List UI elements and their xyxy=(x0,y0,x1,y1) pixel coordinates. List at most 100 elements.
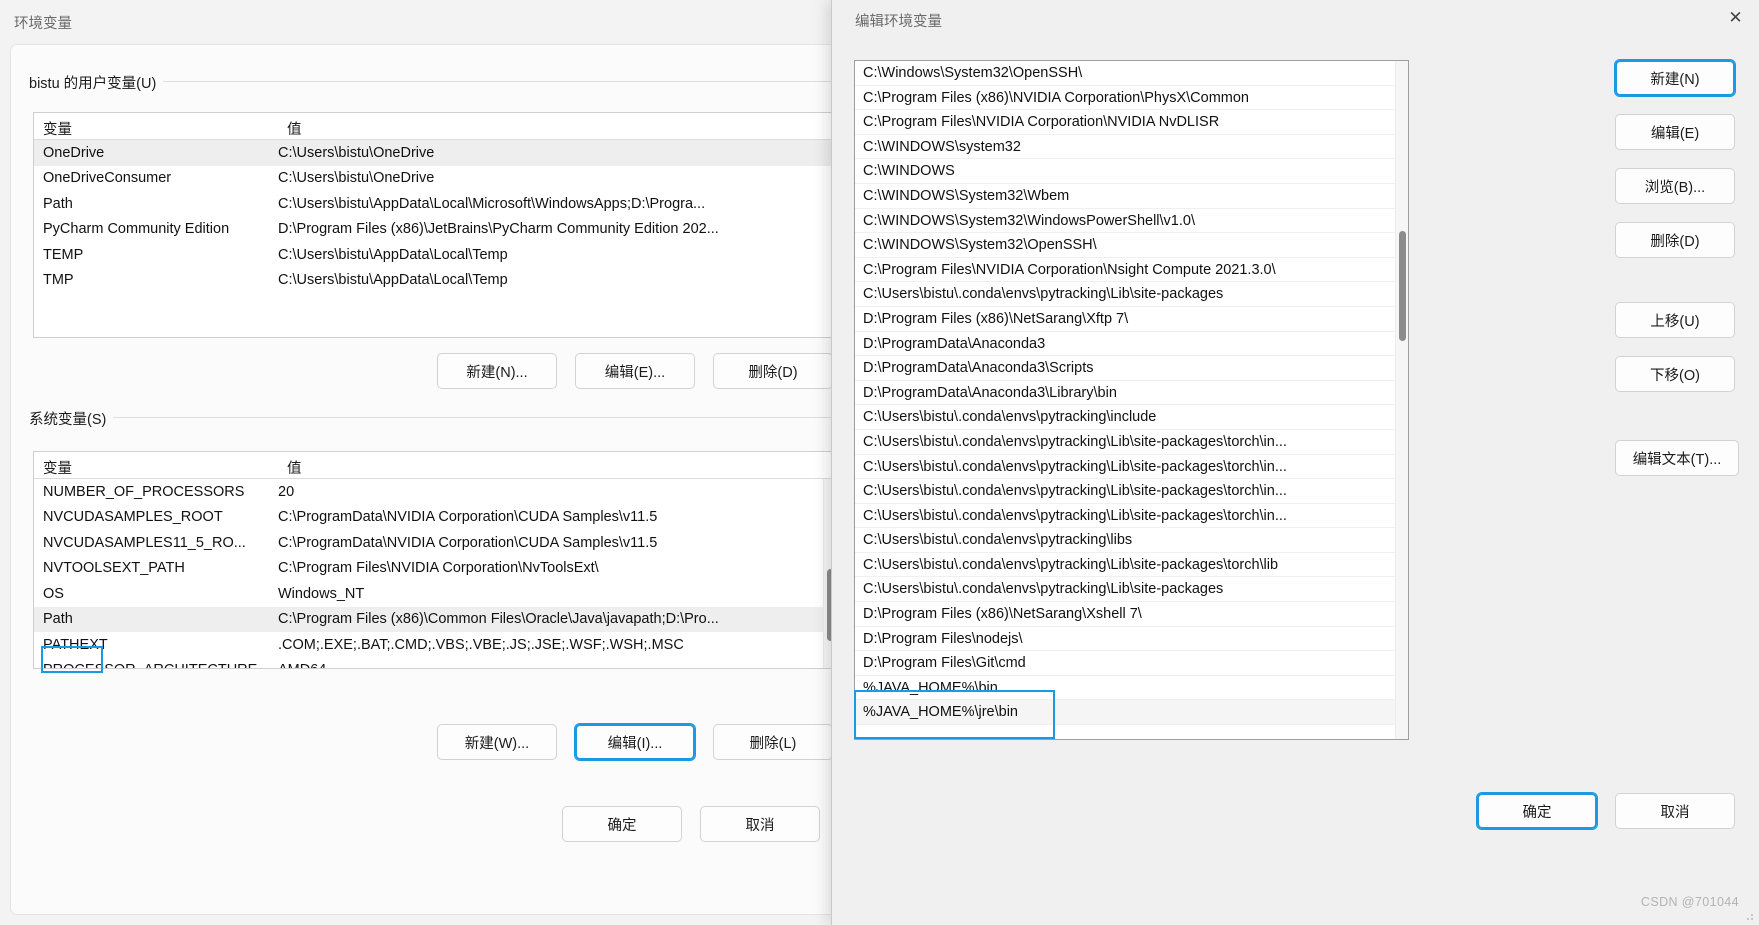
table-row[interactable]: OneDriveConsumer C:\Users\bistu\OneDrive xyxy=(34,166,836,192)
user-new-button[interactable]: 新建(N)... xyxy=(437,353,557,389)
variable-value-cell: AMD64 xyxy=(278,662,836,668)
path-delete-button[interactable]: 删除(D) xyxy=(1615,222,1735,258)
variable-name-cell: PROCESSOR_ARCHITECTURE xyxy=(34,662,278,668)
table-row[interactable]: NVTOOLSEXT_PATH C:\Program Files\NVIDIA C… xyxy=(34,556,836,582)
list-item[interactable]: C:\Program Files\NVIDIA Corporation\NVID… xyxy=(855,110,1408,135)
resize-grip-icon[interactable] xyxy=(1745,912,1755,922)
close-icon[interactable]: ✕ xyxy=(1712,0,1759,36)
system-variables-buttons: 新建(W)... 编辑(I)... 删除(L) xyxy=(437,723,833,761)
list-item[interactable]: C:\Users\bistu\.conda\envs\pytracking\Li… xyxy=(855,577,1408,603)
list-item[interactable]: C:\Users\bistu\.conda\envs\pytracking\Li… xyxy=(855,430,1408,455)
list-item[interactable]: C:\WINDOWS xyxy=(855,159,1408,184)
user-table-rows[interactable]: OneDrive C:\Users\bistu\OneDrive OneDriveC… xyxy=(34,140,836,293)
user-variables-table[interactable]: 变量 值 OneDrive C:\Users\bistu\OneDrive OneD… xyxy=(33,112,837,338)
list-item[interactable]: C:\WINDOWS\System32\OpenSSH\ xyxy=(855,233,1408,258)
list-item[interactable]: C:\Users\bistu\.conda\envs\pytracking\Li… xyxy=(855,455,1408,480)
system-variables-group-label: 系统变量(S) xyxy=(29,408,114,429)
list-item[interactable]: C:\Program Files (x86)\NVIDIA Corporatio… xyxy=(855,86,1408,111)
variable-value-cell: C:\ProgramData\NVIDIA Corporation\CUDA S… xyxy=(278,534,658,551)
table-row[interactable]: Path C:\Program Files (x86)\Common Files\… xyxy=(34,606,836,632)
list-item[interactable]: D:\Program Files\Git\cmd xyxy=(855,651,1408,676)
variable-value-cell: C:\Users\bistu\OneDrive xyxy=(278,144,435,161)
path-edit-button[interactable]: 编辑(E) xyxy=(1615,114,1735,150)
variable-name-cell: Path xyxy=(43,611,73,628)
user-edit-button[interactable]: 编辑(E)... xyxy=(575,353,695,389)
variable-name-cell: OneDriveConsumer xyxy=(43,170,172,187)
path-list-scroll-thumb[interactable] xyxy=(1399,231,1406,341)
env-ok-button[interactable]: 确定 xyxy=(562,806,682,842)
variable-name-cell: TEMP xyxy=(43,246,84,263)
variable-value-cell: C:\Program Files\NVIDIA Corporation\NvTo… xyxy=(278,560,599,577)
system-table-rows[interactable]: NUMBER_OF_PROCESSORS 20 NVCUDASAMPLES_ROOT… xyxy=(34,479,836,668)
table-row[interactable]: TMP C:\Users\bistu\AppData\Local\Temp xyxy=(34,268,836,294)
env-window-body: bistu 的用户变量(U) 变量 值 OneDrive C:\Users\bis… xyxy=(10,44,882,915)
table-row[interactable]: PROCESSOR_ARCHITECTUREAMD64 xyxy=(34,658,836,668)
system-col-value: 值 xyxy=(287,460,302,477)
variable-value-cell: C:\Users\bistu\AppData\Local\Temp xyxy=(278,272,508,289)
list-item[interactable]: D:\ProgramData\Anaconda3\Scripts xyxy=(855,356,1408,381)
list-item[interactable]: C:\Program Files\NVIDIA Corporation\Nsig… xyxy=(855,258,1408,283)
env-cancel-button[interactable]: 取消 xyxy=(700,806,820,842)
table-row[interactable]: TEMP C:\Users\bistu\AppData\Local\Temp xyxy=(34,242,836,268)
user-variables-group-label: bistu 的用户变量(U) xyxy=(29,72,164,93)
list-item[interactable]: D:\Program Files (x86)\NetSarang\Xftp 7\ xyxy=(855,307,1408,332)
edit-dialog-titlebar: 编辑环境变量 ✕ xyxy=(832,0,1759,40)
path-entries-list[interactable]: C:\Windows\System32\OpenSSH\ C:\Program F… xyxy=(855,61,1408,726)
list-item[interactable]: C:\Users\bistu\.conda\envs\pytracking\Li… xyxy=(855,504,1408,529)
list-item[interactable]: C:\Users\bistu\.conda\envs\pytracking\in… xyxy=(855,405,1408,430)
list-item[interactable]: %JAVA_HOME%\jre\bin xyxy=(855,700,1408,726)
table-row[interactable]: PATHEXT .COM;.EXE;.BAT;.CMD;.VBS;.VBE;.JS… xyxy=(34,632,836,658)
system-new-button[interactable]: 新建(W)... xyxy=(437,724,557,760)
table-row[interactable]: NVCUDASAMPLES11_5_RO... C:\ProgramData\NV… xyxy=(34,530,836,556)
system-table-header: 变量 值 xyxy=(34,452,836,479)
user-table-header: 变量 值 xyxy=(34,113,836,140)
table-row[interactable]: OneDrive C:\Users\bistu\OneDrive xyxy=(34,140,836,166)
table-row[interactable]: NVCUDASAMPLES_ROOT C:\ProgramData\NVIDIA … xyxy=(34,505,836,531)
edit-ok-button[interactable]: 确定 xyxy=(1476,792,1598,830)
list-item[interactable]: D:\ProgramData\Anaconda3\Library\bin xyxy=(855,381,1408,406)
system-delete-button[interactable]: 删除(L) xyxy=(713,724,833,760)
path-edit-text-button[interactable]: 编辑文本(T)... xyxy=(1615,440,1739,476)
table-row[interactable]: Path C:\Users\bistu\AppData\Local\Microso… xyxy=(34,191,836,217)
edit-dialog-title: 编辑环境变量 xyxy=(855,13,942,30)
variable-value-cell: C:\Users\bistu\AppData\Local\Temp xyxy=(278,246,508,263)
variable-name-cell: NVTOOLSEXT_PATH xyxy=(43,560,185,577)
path-browse-button[interactable]: 浏览(B)... xyxy=(1615,168,1735,204)
path-new-button[interactable]: 新建(N) xyxy=(1614,59,1736,97)
list-item[interactable]: C:\WINDOWS\system32 xyxy=(855,135,1408,160)
list-item[interactable]: D:\Program Files\nodejs\ xyxy=(855,627,1408,652)
system-edit-button[interactable]: 编辑(I)... xyxy=(574,723,696,761)
table-row[interactable]: PyCharm Community Edition D:\Program File… xyxy=(34,217,836,243)
list-item[interactable]: C:\WINDOWS\System32\WindowsPowerShell\v1… xyxy=(855,209,1408,234)
list-item[interactable]: C:\Users\bistu\.conda\envs\pytracking\Li… xyxy=(855,479,1408,504)
table-row[interactable]: OS Windows_NT xyxy=(34,581,836,607)
list-item[interactable]: C:\WINDOWS\System32\Wbem xyxy=(855,184,1408,209)
variable-name-cell: TMP xyxy=(43,272,74,289)
table-row[interactable]: NUMBER_OF_PROCESSORS 20 xyxy=(34,479,836,505)
path-move-down-button[interactable]: 下移(O) xyxy=(1615,356,1735,392)
variable-name-cell: Path xyxy=(43,195,73,212)
path-entries-listbox[interactable]: C:\Windows\System32\OpenSSH\ C:\Program F… xyxy=(854,60,1409,740)
variable-name-cell: NUMBER_OF_PROCESSORS xyxy=(43,483,245,500)
list-item[interactable]: D:\ProgramData\Anaconda3 xyxy=(855,332,1408,357)
edit-cancel-button[interactable]: 取消 xyxy=(1615,793,1735,829)
user-col-value: 值 xyxy=(287,121,302,138)
system-variables-table[interactable]: 变量 值 NUMBER_OF_PROCESSORS 20 NVCUDASAMPLES… xyxy=(33,451,837,669)
system-col-variable: 变量 xyxy=(43,460,72,477)
path-move-up-button[interactable]: 上移(U) xyxy=(1615,302,1735,338)
list-item[interactable]: %JAVA_HOME%\bin xyxy=(855,676,1408,701)
variable-value-cell: C:\Program Files (x86)\Common Files\Orac… xyxy=(278,611,719,628)
variable-value-cell: .COM;.EXE;.BAT;.CMD;.VBS;.VBE;.JS;.JSE;.… xyxy=(278,636,684,653)
edit-environment-variable-dialog: 编辑环境变量 ✕ C:\Windows\System32\OpenSSH\ C:\… xyxy=(831,0,1759,925)
path-list-scrollbar[interactable] xyxy=(1395,61,1408,739)
variable-name-cell: PyCharm Community Edition xyxy=(43,221,230,238)
list-item[interactable]: D:\Program Files (x86)\NetSarang\Xshell … xyxy=(855,602,1408,627)
list-item[interactable]: C:\Users\bistu\.conda\envs\pytracking\li… xyxy=(855,528,1408,553)
edit-dialog-side-buttons: 新建(N) 编辑(E) 浏览(B)... 删除(D) 上移(U) 下移(O) 编… xyxy=(1614,59,1739,494)
side-buttons-spacer-2 xyxy=(1615,410,1735,440)
list-item[interactable]: C:\Users\bistu\.conda\envs\pytracking\Li… xyxy=(855,282,1408,307)
variable-value-cell: Windows_NT xyxy=(278,585,365,602)
list-item[interactable]: C:\Users\bistu\.conda\envs\pytracking\Li… xyxy=(855,553,1408,578)
list-item[interactable]: C:\Windows\System32\OpenSSH\ xyxy=(855,61,1408,86)
user-delete-button[interactable]: 删除(D) xyxy=(713,353,833,389)
